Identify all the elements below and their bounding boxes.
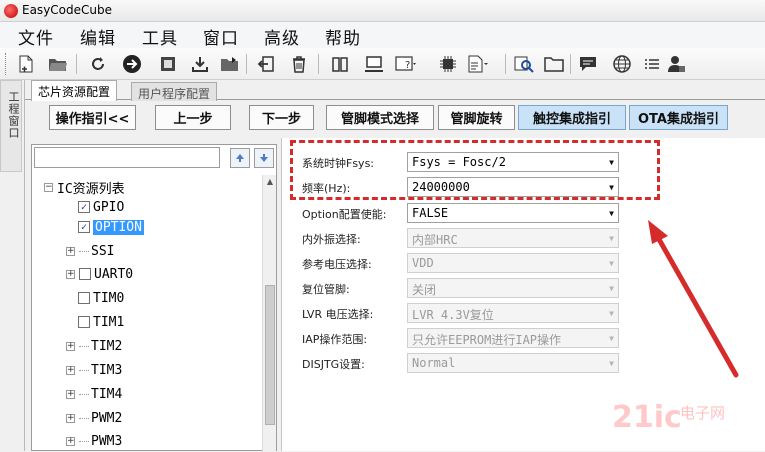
- watermark-logo: 21ic: [612, 400, 682, 435]
- annotation-arrow-icon: [648, 220, 739, 378]
- watermark-text: 电子网: [680, 404, 726, 422]
